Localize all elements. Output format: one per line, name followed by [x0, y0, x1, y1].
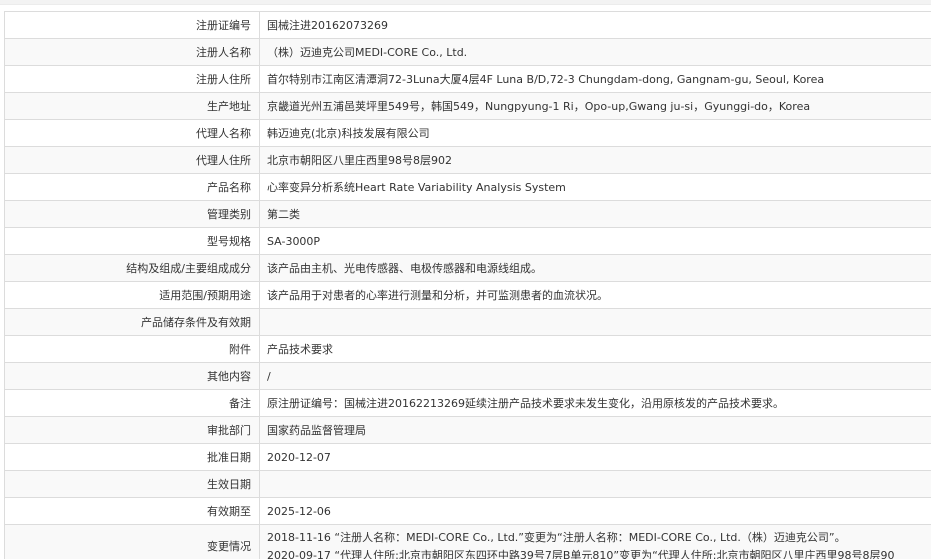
field-value: / — [259, 362, 931, 390]
field-label: 注册人住所 — [4, 65, 260, 93]
table-row: 生产地址 京畿道光州五浦邑荚坪里549号，韩国549，Nungpyung-1 Ri… — [4, 92, 931, 120]
field-label: 注册人名称 — [4, 38, 260, 66]
table-row: 生效日期 — [4, 470, 931, 498]
table-row: 有效期至 2025-12-06 — [4, 497, 931, 525]
field-label: 其他内容 — [4, 362, 260, 390]
field-label: 代理人住所 — [4, 146, 260, 174]
field-label: 产品储存条件及有效期 — [4, 308, 260, 336]
field-label: 型号规格 — [4, 227, 260, 255]
field-label: 生产地址 — [4, 92, 260, 120]
field-label: 适用范围/预期用途 — [4, 281, 260, 309]
field-value: 京畿道光州五浦邑荚坪里549号，韩国549，Nungpyung-1 Ri，Opo… — [259, 92, 931, 120]
field-label: 注册证编号 — [4, 11, 260, 39]
table-row: 产品储存条件及有效期 — [4, 308, 931, 336]
field-value: 该产品用于对患者的心率进行测量和分析，并可监测患者的血流状况。 — [259, 281, 931, 309]
top-strip — [0, 0, 931, 5]
table-row: 注册人住所 首尔特别市江南区清潭洞72-3Luna大厦4层4F Luna B/D,… — [4, 65, 931, 93]
field-label: 变更情况 — [4, 524, 260, 559]
field-value: 第二类 — [259, 200, 931, 228]
field-value: 首尔特别市江南区清潭洞72-3Luna大厦4层4F Luna B/D,72-3 … — [259, 65, 931, 93]
field-label: 产品名称 — [4, 173, 260, 201]
registration-info-table: 注册证编号 国械注进20162073269 注册人名称 （株）迈迪克公司MEDI-CO… — [4, 11, 931, 559]
table-row: 代理人名称 韩迈迪克(北京)科技发展有限公司 — [4, 119, 931, 147]
table-row: 附件 产品技术要求 — [4, 335, 931, 363]
change-entry: 2020-09-17 “代理人住所:北京市朝阳区东四环中路39号7层B单元810… — [267, 549, 895, 559]
table-row: 其他内容 / — [4, 362, 931, 390]
field-label: 生效日期 — [4, 470, 260, 498]
table-row: 管理类别 第二类 — [4, 200, 931, 228]
field-value: 韩迈迪克(北京)科技发展有限公司 — [259, 119, 931, 147]
field-value: SA-3000P — [259, 227, 931, 255]
field-value — [259, 308, 931, 336]
field-value: 心率变异分析系统Heart Rate Variability Analysis … — [259, 173, 931, 201]
field-label: 批准日期 — [4, 443, 260, 471]
table-row: 产品名称 心率变异分析系统Heart Rate Variability Analy… — [4, 173, 931, 201]
field-value: 2025-12-06 — [259, 497, 931, 525]
field-value: （株）迈迪克公司MEDI-CORE Co., Ltd. — [259, 38, 931, 66]
table-row: 注册证编号 国械注进20162073269 — [4, 11, 931, 39]
table-row: 型号规格 SA-3000P — [4, 227, 931, 255]
field-value — [259, 470, 931, 498]
field-value: 原注册证编号：国械注进20162213269延续注册产品技术要求未发生变化，沿用… — [259, 389, 931, 417]
field-label: 代理人名称 — [4, 119, 260, 147]
field-label: 附件 — [4, 335, 260, 363]
table-row: 结构及组成/主要组成成分 该产品由主机、光电传感器、电极传感器和电源线组成。 — [4, 254, 931, 282]
field-label: 有效期至 — [4, 497, 260, 525]
table-row-changes: 变更情况 2018-11-16 “注册人名称：MEDI-CORE Co., Ltd… — [4, 524, 931, 559]
field-value: 该产品由主机、光电传感器、电极传感器和电源线组成。 — [259, 254, 931, 282]
field-label: 审批部门 — [4, 416, 260, 444]
field-label: 备注 — [4, 389, 260, 417]
field-label: 结构及组成/主要组成成分 — [4, 254, 260, 282]
table-row: 注册人名称 （株）迈迪克公司MEDI-CORE Co., Ltd. — [4, 38, 931, 66]
table-row: 代理人住所 北京市朝阳区八里庄西里98号8层902 — [4, 146, 931, 174]
table-row: 审批部门 国家药品监督管理局 — [4, 416, 931, 444]
table-row: 备注 原注册证编号：国械注进20162213269延续注册产品技术要求未发生变化，… — [4, 389, 931, 417]
field-value: 产品技术要求 — [259, 335, 931, 363]
table-row: 批准日期 2020-12-07 — [4, 443, 931, 471]
change-entry: 2018-11-16 “注册人名称：MEDI-CORE Co., Ltd.”变更… — [267, 531, 846, 544]
change-history: 2018-11-16 “注册人名称：MEDI-CORE Co., Ltd.”变更… — [259, 524, 931, 559]
field-value: 国械注进20162073269 — [259, 11, 931, 39]
field-value: 2020-12-07 — [259, 443, 931, 471]
table-row: 适用范围/预期用途 该产品用于对患者的心率进行测量和分析，并可监测患者的血流状况。 — [4, 281, 931, 309]
field-value: 北京市朝阳区八里庄西里98号8层902 — [259, 146, 931, 174]
field-value: 国家药品监督管理局 — [259, 416, 931, 444]
field-label: 管理类别 — [4, 200, 260, 228]
